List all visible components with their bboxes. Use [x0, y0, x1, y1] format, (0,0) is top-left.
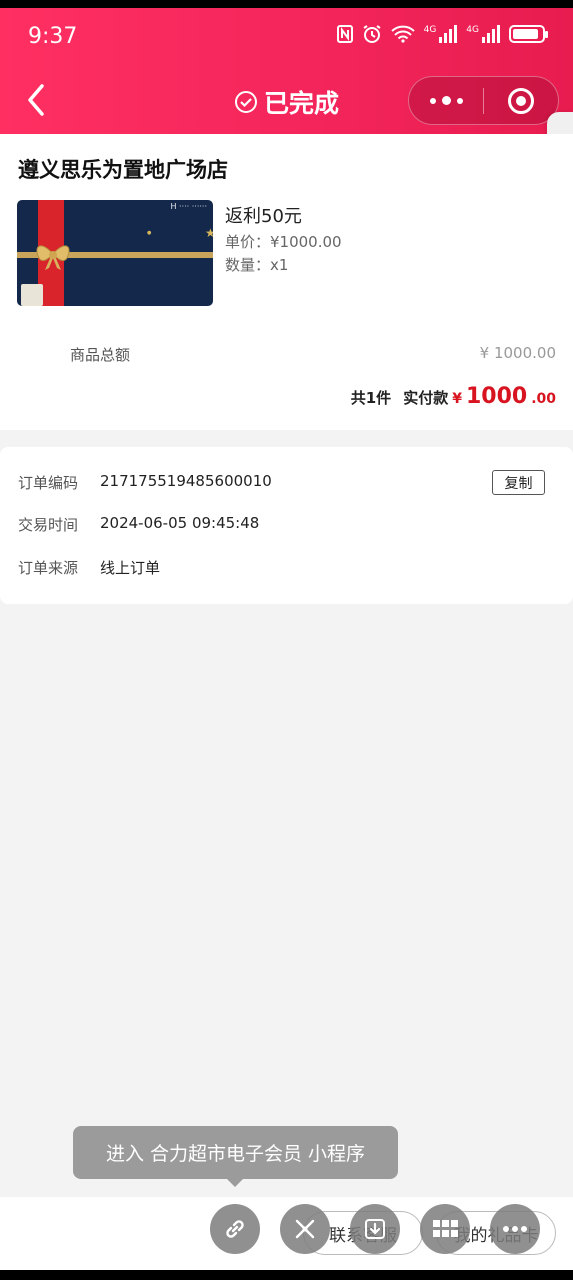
signal-icon-2: 4G	[466, 25, 500, 43]
copy-order-number-button[interactable]: 复制	[492, 470, 545, 495]
order-source-label: 订单来源	[18, 559, 79, 577]
grid-tool-button[interactable]	[420, 1204, 470, 1254]
order-summary-card: 遵义思乐为置地广场店 ★ ● H ···· ······ 返利50元 单价：¥1…	[0, 134, 573, 430]
wifi-icon	[390, 25, 415, 43]
transaction-time-label: 交易时间	[18, 516, 79, 534]
store-name: 遵义思乐为置地广场店	[18, 158, 228, 182]
bottom-action-bar: 联系客服 我的礼品卡	[0, 1197, 573, 1270]
status-icons: 4G 4G	[336, 24, 548, 44]
product-name: 返利50元	[225, 206, 302, 227]
status-time: 9:37	[28, 24, 78, 49]
miniprogram-link-button[interactable]	[210, 1204, 260, 1254]
small-gift-box	[21, 284, 43, 306]
transaction-time-row: 交易时间 2024-06-05 09:45:48	[18, 514, 259, 535]
paid-amount-integer: 1000	[465, 384, 528, 409]
close-miniprogram-button[interactable]	[484, 87, 558, 115]
product-unit-price: 单价：¥1000.00	[225, 233, 342, 251]
miniprogram-tooltip[interactable]: 进入 合力超市电子会员 小程序	[73, 1126, 398, 1179]
brand-logo: H ···· ······	[170, 202, 207, 211]
order-number-label: 订单编码	[18, 474, 79, 492]
dot-decoration: ●	[147, 230, 152, 236]
network-type-2: 4G	[466, 25, 479, 35]
transaction-time-value: 2024-06-05 09:45:48	[100, 514, 260, 532]
miniprogram-capsule	[408, 76, 559, 125]
item-count: 共1件	[350, 389, 392, 407]
order-number-row: 订单编码 217175519485600010	[18, 472, 272, 493]
link-icon	[226, 1220, 244, 1238]
nfc-icon	[336, 25, 353, 43]
paid-currency: ¥	[452, 391, 462, 407]
order-info-card: 订单编码 217175519485600010 复制 交易时间 2024-06-…	[0, 447, 573, 604]
screen-bottom-edge	[0, 1270, 573, 1280]
target-close-icon	[507, 87, 534, 114]
signal-icon: 4G	[424, 25, 458, 43]
grid-icon	[433, 1220, 458, 1237]
alarm-icon	[363, 25, 381, 43]
star-decoration: ★	[205, 226, 213, 240]
status-bar-edge	[0, 0, 573, 8]
battery-icon	[509, 25, 548, 43]
check-circle-icon	[234, 91, 257, 113]
order-source-value: 线上订单	[100, 559, 161, 577]
subtotal-value: ¥ 1000.00	[479, 344, 556, 362]
scissors-icon	[295, 1219, 315, 1239]
product-quantity: 数量：x1	[225, 256, 289, 274]
scan-tool-button[interactable]	[280, 1204, 330, 1254]
network-type-1: 4G	[423, 25, 437, 35]
more-menu-button[interactable]	[409, 96, 483, 105]
gift-bow-icon	[36, 245, 70, 270]
paid-label: 实付款	[403, 389, 449, 407]
more-dots-icon	[503, 1226, 527, 1232]
order-number-value: 217175519485600010	[100, 472, 272, 490]
tooltip-arrow	[226, 1178, 244, 1187]
download-tool-button[interactable]	[350, 1204, 400, 1254]
download-icon	[365, 1219, 385, 1239]
more-tool-button[interactable]	[490, 1204, 540, 1254]
subtotal-label: 商品总额	[70, 346, 131, 364]
order-source-row: 订单来源 线上订单	[18, 557, 160, 578]
page-title-text: 已完成	[263, 89, 339, 118]
product-image[interactable]: ★ ● H ···· ······	[17, 200, 213, 306]
total-line: 共1件 实付款 ¥ 1000 .00	[351, 384, 556, 409]
paid-amount-decimal: .00	[531, 391, 556, 407]
